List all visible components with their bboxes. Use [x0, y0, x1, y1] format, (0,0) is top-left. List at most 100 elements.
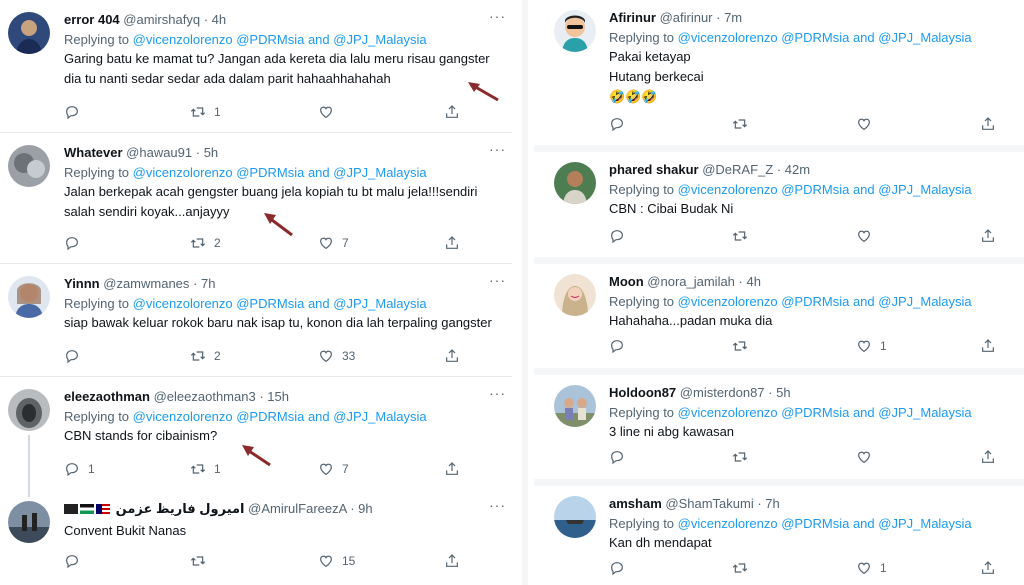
avatar[interactable] — [554, 496, 596, 538]
user-handle[interactable]: @DeRAF_Z — [702, 162, 773, 177]
retweet-button[interactable] — [732, 560, 756, 576]
reply-button[interactable]: 1 — [64, 461, 95, 477]
mention-link[interactable]: @vicenzolorenzo — [678, 182, 778, 197]
share-button[interactable] — [444, 553, 460, 569]
user-handle[interactable]: @hawau91 — [126, 145, 192, 160]
mention-link[interactable]: @JPJ_Malaysia — [333, 32, 426, 47]
mention-link[interactable]: @JPJ_Malaysia — [333, 296, 426, 311]
timestamp[interactable]: · 4h — [739, 274, 761, 289]
like-button[interactable]: 1 — [856, 560, 887, 576]
mention-link[interactable]: @vicenzolorenzo — [133, 409, 233, 424]
timestamp[interactable]: · 7h — [757, 496, 779, 511]
reply-button[interactable] — [609, 449, 633, 465]
user-handle[interactable]: @nora_jamilah — [647, 274, 735, 289]
mention-link[interactable]: @PDRMsia — [781, 294, 849, 309]
like-button[interactable]: 33 — [318, 348, 355, 364]
retweet-button[interactable]: 2 — [190, 235, 221, 251]
timestamp[interactable]: · 4h — [204, 12, 226, 27]
tweet[interactable]: اميرول فاريظ عزمن @AmirulFareezA · 9h Co… — [0, 489, 512, 585]
retweet-button[interactable] — [732, 116, 756, 132]
like-button[interactable]: 7 — [318, 235, 349, 251]
like-button[interactable]: 15 — [318, 553, 355, 569]
mention-link[interactable]: @JPJ_Malaysia — [878, 405, 971, 420]
share-button[interactable] — [980, 338, 996, 354]
tweet[interactable]: Afirinur @afirinur · 7m Replying to @vic… — [534, 0, 1024, 145]
more-icon[interactable]: ··· — [489, 385, 506, 401]
share-button[interactable] — [980, 228, 996, 244]
mention-link[interactable]: @PDRMsia — [236, 409, 304, 424]
more-icon[interactable]: ··· — [489, 141, 506, 157]
user-handle[interactable]: @zamwmanes — [103, 276, 189, 291]
retweet-button[interactable]: 1 — [190, 104, 221, 120]
display-name[interactable]: amsham — [609, 496, 662, 511]
tweet[interactable]: error 404 @amirshafyq · 4h Replying to @… — [0, 0, 512, 132]
mention-link[interactable]: @PDRMsia — [781, 182, 849, 197]
reply-button[interactable] — [609, 228, 633, 244]
avatar[interactable] — [8, 12, 50, 54]
timestamp[interactable]: · 7m — [716, 10, 742, 25]
retweet-button[interactable] — [732, 228, 756, 244]
avatar[interactable] — [554, 10, 596, 52]
retweet-button[interactable] — [732, 449, 756, 465]
mention-link[interactable]: @vicenzolorenzo — [133, 32, 233, 47]
share-button[interactable] — [444, 461, 460, 477]
mention-link[interactable]: @JPJ_Malaysia — [878, 516, 971, 531]
mention-link[interactable]: @PDRMsia — [236, 32, 304, 47]
avatar[interactable] — [554, 385, 596, 427]
more-icon[interactable]: ··· — [489, 497, 506, 513]
retweet-button[interactable] — [190, 553, 214, 569]
tweet[interactable]: amsham @ShamTakumi · 7h Replying to @vic… — [534, 486, 1024, 585]
timestamp[interactable]: · 7h — [193, 276, 215, 291]
timestamp[interactable]: · 15h — [259, 389, 289, 404]
mention-link[interactable]: @JPJ_Malaysia — [878, 30, 971, 45]
reply-button[interactable] — [64, 104, 88, 120]
user-handle[interactable]: @ShamTakumi — [665, 496, 753, 511]
like-button[interactable] — [856, 449, 880, 465]
mention-link[interactable]: @PDRMsia — [236, 165, 304, 180]
display-name[interactable]: اميرول فاريظ عزمن — [116, 501, 245, 516]
display-name[interactable]: Moon — [609, 274, 644, 289]
timestamp[interactable]: · 5h — [196, 145, 218, 160]
share-button[interactable] — [980, 449, 996, 465]
avatar[interactable] — [8, 145, 50, 187]
mention-link[interactable]: @PDRMsia — [781, 405, 849, 420]
mention-link[interactable]: @JPJ_Malaysia — [333, 409, 426, 424]
reply-button[interactable] — [64, 553, 88, 569]
share-button[interactable] — [444, 235, 460, 251]
like-button[interactable]: 7 — [318, 461, 349, 477]
timestamp[interactable]: · 42m — [777, 162, 810, 177]
user-handle[interactable]: @eleezaothman3 — [154, 389, 256, 404]
avatar[interactable] — [8, 389, 50, 431]
mention-link[interactable]: @PDRMsia — [781, 30, 849, 45]
display-name[interactable]: Afirinur — [609, 10, 656, 25]
avatar[interactable] — [8, 276, 50, 318]
more-icon[interactable]: ··· — [489, 272, 506, 288]
display-name[interactable]: Whatever — [64, 145, 123, 160]
mention-link[interactable]: @PDRMsia — [236, 296, 304, 311]
like-button[interactable]: 1 — [856, 338, 887, 354]
user-handle[interactable]: @misterdon87 — [680, 385, 765, 400]
user-handle[interactable]: @AmirulFareezA — [248, 501, 346, 516]
mention-link[interactable]: @vicenzolorenzo — [133, 165, 233, 180]
mention-link[interactable]: @vicenzolorenzo — [678, 516, 778, 531]
mention-link[interactable]: @vicenzolorenzo — [133, 296, 233, 311]
like-button[interactable] — [856, 116, 880, 132]
tweet[interactable]: Whatever @hawau91 · 5h Replying to @vice… — [0, 133, 512, 263]
retweet-button[interactable]: 1 — [190, 461, 221, 477]
display-name[interactable]: eleezaothman — [64, 389, 150, 404]
share-button[interactable] — [980, 116, 996, 132]
share-button[interactable] — [444, 104, 460, 120]
reply-button[interactable] — [64, 348, 88, 364]
like-button[interactable] — [856, 228, 880, 244]
mention-link[interactable]: @JPJ_Malaysia — [878, 294, 971, 309]
more-icon[interactable]: ··· — [489, 8, 506, 24]
reply-button[interactable] — [609, 116, 633, 132]
mention-link[interactable]: @vicenzolorenzo — [678, 405, 778, 420]
timestamp[interactable]: · 9h — [350, 501, 372, 516]
avatar[interactable] — [554, 274, 596, 316]
display-name[interactable]: error 404 — [64, 12, 120, 27]
avatar[interactable] — [8, 501, 50, 543]
mention-link[interactable]: @JPJ_Malaysia — [333, 165, 426, 180]
tweet[interactable]: Yinnn @zamwmanes · 7h Replying to @vicen… — [0, 264, 512, 376]
share-button[interactable] — [444, 348, 460, 364]
